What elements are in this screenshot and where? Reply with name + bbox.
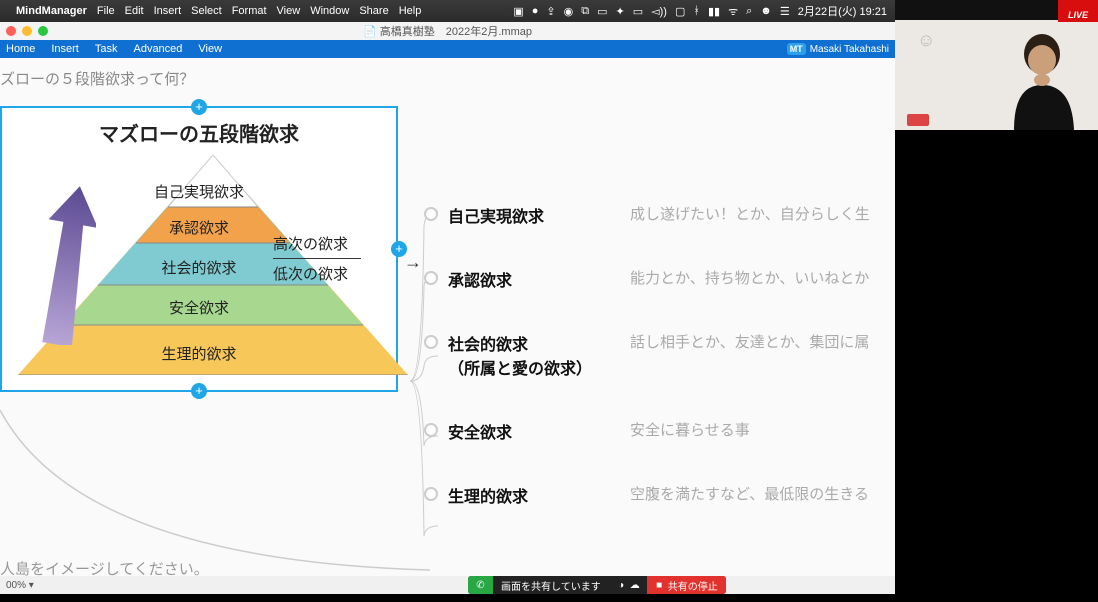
display-icon[interactable]: ⧉ [581,5,589,18]
black-area [895,130,1098,602]
map-canvas[interactable]: ズローの５段階欲求って何？ + + + マズローの五段階欲求 [0,58,895,576]
control-icon[interactable]: ☰ [780,5,790,18]
zoom-level[interactable]: 00% ▾ [6,580,34,591]
share-mic-icon[interactable]: ✆ [468,576,493,594]
child-topic[interactable]: 自己実現欲求 成し遂げたい！とか、自分らしく生 [420,203,895,227]
account-label[interactable]: MT Masaki Takahashi [787,43,889,55]
side-note: 高次の欲求 低次の欲求 [273,233,393,284]
child-desc: 成し遂げたい！とか、自分らしく生 [630,203,870,224]
menu-edit[interactable]: Edit [125,5,144,17]
user-icon[interactable]: ☻ [760,5,772,17]
app-name[interactable]: MindManager [16,5,87,17]
selected-topic[interactable]: + + + マズローの五段階欲求 [0,106,398,392]
child-title: 安全欲求 [420,419,630,443]
menu-help[interactable]: Help [399,5,422,17]
battery-icon[interactable]: ▮▮ [708,5,720,18]
menu-share[interactable]: Share [359,5,388,17]
share-status-label: 画面を共有しています [493,576,609,594]
record-icon[interactable]: ◉ [564,5,574,18]
window-titlebar: 📄 高橋真樹塾 2022年2月.mmap [0,22,895,40]
zoom-share-toolbar[interactable]: ✆ 画面を共有しています ◑☁ ■共有の停止 [468,576,726,594]
child-title: 生理的欲求 [420,483,630,507]
misc-icon[interactable]: ✦ [616,5,625,18]
screen-icon[interactable]: ▭ [597,5,607,18]
child-topic[interactable]: 生理的欲求 空腹を満たすなど、最低限の生きる [420,483,895,507]
share-audio-icon[interactable]: ◑☁ [609,576,647,594]
children-list: 自己実現欲求 成し遂げたい！とか、自分らしく生 承認欲求 能力とか、持ち物とか、… [420,203,895,507]
clock[interactable]: 2月22日(火) 19:21 [798,3,887,19]
stop-share-button[interactable]: ■共有の停止 [647,576,726,594]
child-desc: 安全に暮らせる事 [630,419,750,440]
avatar-badge: MT [787,43,806,55]
child-desc: 能力とか、持ち物とか、いいねとか [630,267,869,288]
menu-insert[interactable]: Insert [154,5,182,17]
menu-view[interactable]: View [277,5,301,17]
add-handle-bottom[interactable]: + [190,382,208,400]
dropbox-icon[interactable]: ⇪ [546,5,555,18]
menu-window[interactable]: Window [310,5,349,17]
child-topic[interactable]: 社会的欲求 （所属と愛の欲求） 話し相手とか、友達とか、集団に属 [420,331,895,379]
monitor-icon[interactable]: ▭ [633,5,643,18]
document-title: 📄 高橋真樹塾 2022年2月.mmap [0,23,895,39]
status-icons[interactable]: ▣ ● ⇪ ◉ ⧉ ▭ ✦ ▭ ◅)) ▢ ᚼ ▮▮ ᯤ ⌕ ☻ ☰ [513,4,789,19]
child-desc: 話し相手とか、友達とか、集団に属 [630,331,869,352]
bluetooth-icon[interactable]: ᚼ [693,5,700,17]
menu-file[interactable]: File [97,5,115,17]
child-title: 自己実現欲求 [420,203,630,227]
chat-icon[interactable]: ● [532,5,539,17]
child-desc: 空腹を満たすなど、最低限の生きる [630,483,869,504]
arrow-up-icon [36,185,96,345]
status-bar: 00% ▾ [0,576,895,594]
pyr-level-5: 生理的欲求 [18,343,380,364]
marker-icon [907,114,929,126]
tab-task[interactable]: Task [95,43,118,55]
high-label: 高次の欲求 [273,233,393,254]
child-title: 社会的欲求 （所属と愛の欲求） [420,331,630,379]
child-topic[interactable]: 安全欲求 安全に暮らせる事 [420,419,895,443]
tab-insert[interactable]: Insert [51,43,79,55]
low-label: 低次の欲求 [273,263,393,284]
presenter [994,30,1086,130]
floating-topic[interactable]: 人島をイメージしてください。 [0,558,209,576]
topic-title: マズローの五段階欲求 [18,118,380,147]
whiteboard-doodle: ☺︎ [917,30,935,51]
pyramid-image: 自己実現欲求 承認欲求 社会的欲求 安全欲求 生理的欲求 高次の欲求 [18,155,380,375]
tab-home[interactable]: Home [6,43,35,55]
mac-menu-bar: MindManager File Edit Insert Select Form… [0,0,895,22]
tab-view[interactable]: View [198,43,222,55]
sound-icon[interactable]: ◅)) [651,5,667,18]
live-badge: LIVE [1058,0,1098,22]
search-icon[interactable]: ⌕ [746,5,752,18]
child-title: 承認欲求 [420,267,630,291]
video-icon[interactable]: ▣ [513,5,523,18]
ribbon: Home Insert Task Advanced View MT Masaki… [0,40,895,58]
tab-advanced[interactable]: Advanced [133,43,182,55]
document-icon: 📄 [363,26,377,38]
tv-icon[interactable]: ▢ [675,5,685,18]
menu-select[interactable]: Select [191,5,222,17]
add-handle-top[interactable]: + [190,98,208,116]
parent-topic-title[interactable]: ズローの５段階欲求って何？ [0,68,194,89]
child-topic[interactable]: 承認欲求 能力とか、持ち物とか、いいねとか [420,267,895,291]
menu-format[interactable]: Format [232,5,267,17]
connector-line [0,410,430,576]
wifi-icon[interactable]: ᯤ [728,4,738,19]
